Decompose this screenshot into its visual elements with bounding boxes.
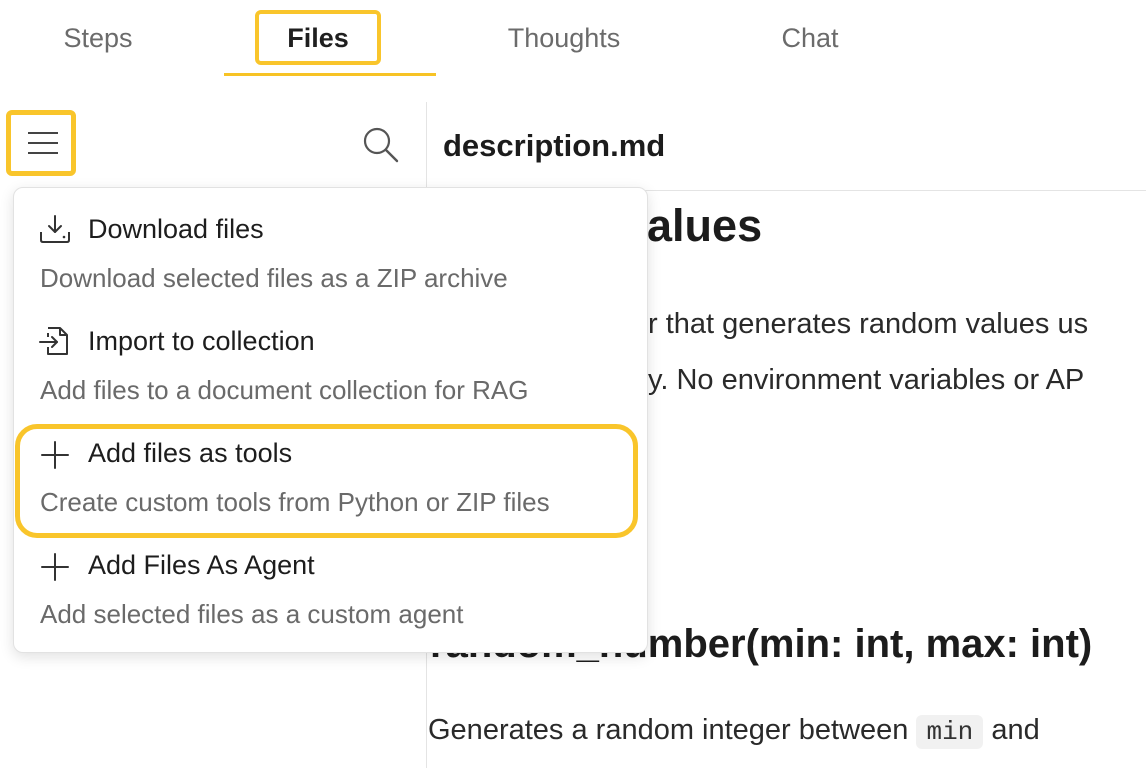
download-tray-icon — [38, 212, 72, 246]
menu-item-description: Add files to a document collection for R… — [40, 375, 529, 405]
doc-paragraph-2: y. No environment variables or AP — [648, 364, 1085, 396]
doc-paragraph-1: r that generates random values us — [648, 308, 1089, 340]
active-tab-indicator — [224, 73, 436, 76]
doc-paragraph-3-suffix: and — [983, 714, 1040, 746]
tab-steps[interactable]: Steps — [40, 20, 156, 56]
menu-item-description: Add selected files as a custom agent — [40, 599, 464, 629]
add-files-as-tools-highlight — [15, 424, 638, 538]
tab-chat[interactable]: Chat — [760, 20, 860, 56]
plus-icon — [38, 550, 72, 584]
inline-code-min: min — [916, 715, 984, 749]
menu-item-title: Download files — [88, 214, 264, 244]
doc-paragraph-3: Generates a random integer between min a… — [428, 714, 1040, 749]
files-actions-dropdown: Download files Download selected files a… — [13, 187, 648, 653]
tab-thoughts[interactable]: Thoughts — [480, 20, 648, 56]
open-file-title: description.md — [443, 128, 666, 163]
search-icon[interactable] — [360, 124, 400, 164]
menu-item-description: Download selected files as a ZIP archive — [40, 263, 508, 293]
import-file-icon — [38, 324, 72, 358]
hamburger-menu-icon[interactable] — [6, 110, 76, 176]
doc-paragraph-3-text: Generates a random integer between — [428, 714, 917, 746]
menu-item-title: Import to collection — [88, 326, 315, 356]
doc-heading: values — [622, 200, 763, 251]
files-tab-highlight — [255, 10, 381, 65]
tab-bar: Steps Files Thoughts Chat — [0, 0, 1146, 80]
menu-item-title: Add Files As Agent — [88, 550, 315, 580]
